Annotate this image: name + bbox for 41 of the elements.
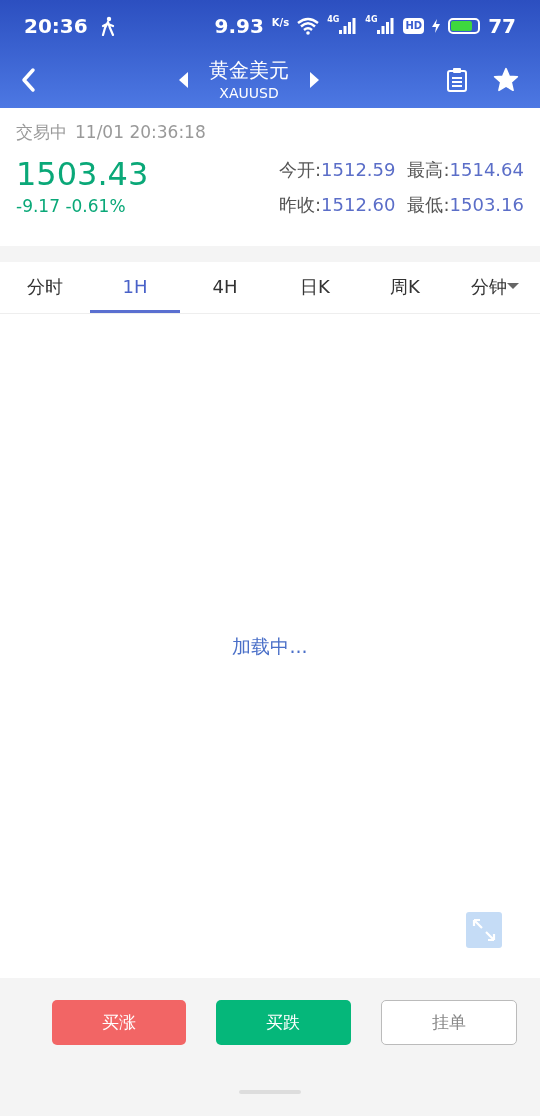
- order-button[interactable]: 挂单: [380, 1000, 517, 1045]
- timeframe-tab[interactable]: 分时: [0, 262, 90, 313]
- caret-icon: [507, 282, 519, 290]
- stat-value: 1514.64: [449, 157, 524, 182]
- favorite-icon[interactable]: [492, 67, 520, 93]
- walking-icon: [99, 16, 116, 36]
- hd-badge: HD: [403, 18, 425, 34]
- last-price: 1503.43: [16, 153, 149, 194]
- status-time: 20:36: [24, 13, 88, 40]
- stat-value: 1503.16: [449, 193, 524, 218]
- loading-text: 加载中...: [232, 633, 308, 659]
- battery-icon: [448, 18, 481, 34]
- timeframe-tab[interactable]: 日K: [270, 262, 360, 313]
- stat-value: 1512.59: [321, 157, 396, 182]
- quote-time: 11/01 20:36:18: [75, 121, 206, 144]
- wifi-icon: [297, 17, 320, 35]
- battery-level: 77: [488, 13, 516, 40]
- stat-value: 1512.60: [321, 193, 396, 218]
- network-type: 4G: [365, 16, 378, 24]
- timeframe-tab[interactable]: 1H: [90, 262, 180, 313]
- signal-icon: [377, 18, 396, 34]
- instrument-title: 黄金美元: [209, 56, 289, 83]
- trading-status: 交易中: [16, 121, 67, 144]
- price-change: -9.17 -0.61%: [16, 194, 127, 218]
- speed-unit: K/s: [271, 15, 290, 30]
- signal-icon: [339, 18, 358, 34]
- clipboard-icon[interactable]: [446, 67, 468, 93]
- network-type: 4G: [327, 16, 340, 24]
- timeframe-tab[interactable]: 分钟: [450, 262, 540, 313]
- next-icon[interactable]: [309, 71, 321, 89]
- back-icon[interactable]: [20, 67, 36, 93]
- stat-label: 最低:: [407, 193, 450, 218]
- timeframe-tab[interactable]: 周K: [360, 262, 450, 313]
- previous-icon[interactable]: [177, 71, 189, 89]
- stat-label: 今开:: [278, 157, 322, 182]
- instrument-symbol: XAUUSD: [219, 83, 279, 103]
- stat-label: 昨收:: [278, 193, 322, 218]
- timeframe-tab[interactable]: 4H: [180, 262, 270, 313]
- stat-label: 最高:: [407, 157, 450, 182]
- network-speed: 9.93: [214, 13, 264, 40]
- charging-icon: [432, 19, 441, 33]
